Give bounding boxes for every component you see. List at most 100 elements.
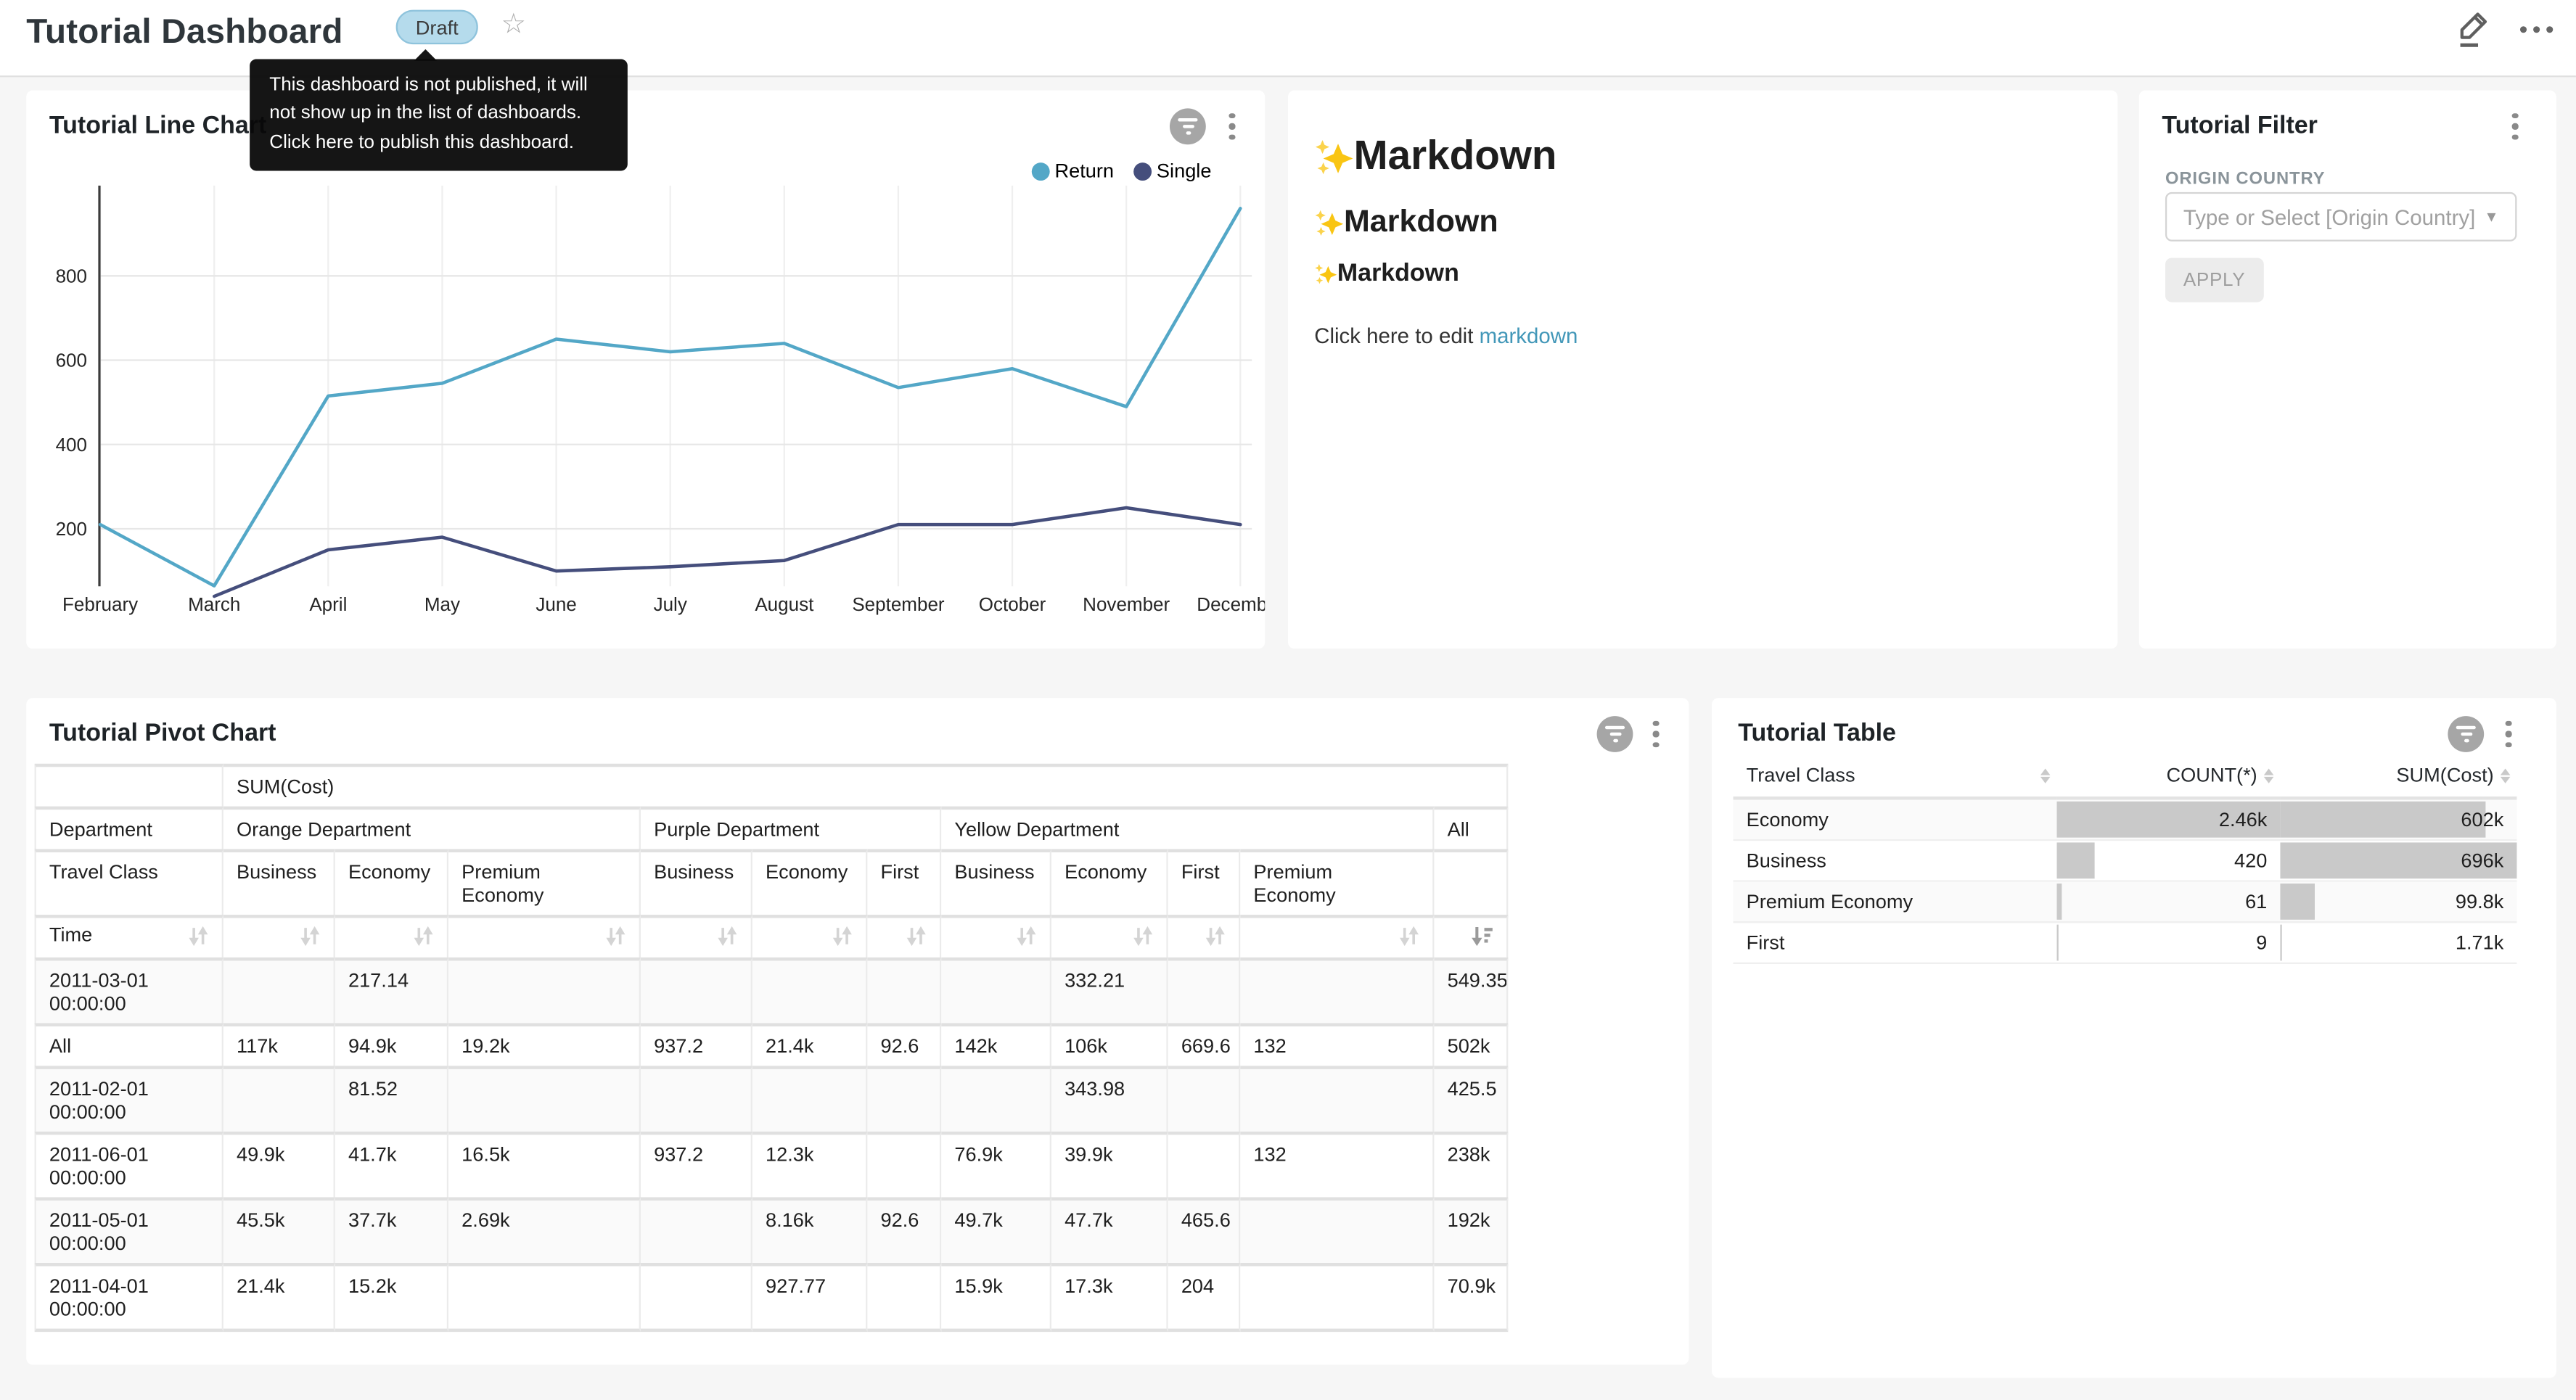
pivot-value-cell bbox=[641, 958, 752, 1024]
markdown-paragraph: Click here to edit markdown bbox=[1314, 324, 1578, 348]
sort-icon[interactable] bbox=[832, 925, 853, 952]
table-row: Business420696k bbox=[1734, 841, 2517, 882]
pivot-value-cell: 425.5 bbox=[1434, 1066, 1508, 1132]
pivot-class-cell: Premium Economy bbox=[1240, 849, 1434, 915]
pivot-value-cell bbox=[867, 1066, 941, 1132]
sort-icon[interactable] bbox=[1398, 925, 1419, 952]
pivot-value-cell bbox=[1240, 1263, 1434, 1332]
svg-text:600: 600 bbox=[56, 350, 87, 371]
pivot-measure-cell: SUM(Cost) bbox=[223, 764, 1509, 807]
pivot-value-cell: 45.5k bbox=[223, 1197, 335, 1263]
pivot-sort-cell[interactable] bbox=[1240, 915, 1434, 958]
pivot-sort-cell[interactable] bbox=[335, 915, 448, 958]
svg-text:400: 400 bbox=[56, 434, 87, 456]
edit-pencil-icon[interactable] bbox=[2451, 7, 2494, 52]
column-header-sum-cost[interactable]: SUM(Cost) bbox=[2280, 754, 2516, 799]
pivot-value-cell: 17.3k bbox=[1051, 1263, 1168, 1332]
pivot-row-label: 2011-04-01 00:00:00 bbox=[35, 1263, 223, 1332]
select-placeholder: Type or Select [Origin Country] bbox=[2183, 205, 2484, 229]
markdown-edit-link[interactable]: markdown bbox=[1480, 324, 1578, 348]
chevron-down-icon: ▼ bbox=[2484, 209, 2498, 226]
value-bar bbox=[2280, 802, 2485, 838]
pivot-value-cell: 204 bbox=[1168, 1263, 1241, 1332]
pivot-data-row: 2011-04-01 00:00:0021.4k15.2k927.7715.9k… bbox=[35, 1263, 1509, 1332]
pivot-class-cell: Economy bbox=[1051, 849, 1168, 915]
column-header-travel-class[interactable]: Travel Class bbox=[1734, 754, 2057, 799]
pivot-sort-cell[interactable] bbox=[448, 915, 641, 958]
pivot-value-cell bbox=[641, 1197, 752, 1263]
pivot-value-cell bbox=[1168, 958, 1241, 1024]
sort-icon[interactable] bbox=[299, 925, 320, 952]
pivot-value-cell bbox=[941, 1066, 1051, 1132]
pivot-group-cell: All bbox=[1434, 807, 1508, 849]
pivot-value-cell: 142k bbox=[941, 1023, 1051, 1066]
chart-options-icon[interactable] bbox=[1648, 716, 1665, 752]
sort-icon[interactable] bbox=[604, 925, 625, 952]
sum-cell: 696k bbox=[2280, 841, 2516, 882]
svg-text:February: February bbox=[62, 593, 138, 615]
pivot-time-cell: Time bbox=[35, 915, 223, 958]
filter-count-icon[interactable] bbox=[1597, 716, 1633, 752]
pivot-data-row: 2011-03-01 00:00:00217.14332.21549.35 bbox=[35, 958, 1509, 1024]
chart-options-icon[interactable] bbox=[2501, 716, 2517, 752]
sort-desc-icon[interactable] bbox=[1470, 925, 1493, 952]
travel-class-cell: Business bbox=[1734, 841, 2057, 882]
sort-icon[interactable] bbox=[716, 925, 737, 952]
pivot-sort-desc-cell[interactable] bbox=[1434, 915, 1508, 958]
pivot-sort-cell[interactable] bbox=[1168, 915, 1241, 958]
pivot-value-cell: 343.98 bbox=[1051, 1066, 1168, 1132]
pivot-sort-cell[interactable] bbox=[641, 915, 752, 958]
pivot-value-cell: 2.69k bbox=[448, 1197, 641, 1263]
pivot-value-cell: 937.2 bbox=[641, 1132, 752, 1198]
panel-title: Tutorial Filter bbox=[2162, 112, 2317, 139]
pivot-value-cell bbox=[867, 1263, 941, 1332]
publish-tooltip[interactable]: This dashboard is not published, it will… bbox=[250, 59, 628, 170]
pivot-value-cell bbox=[1240, 1197, 1434, 1263]
origin-country-select[interactable]: Type or Select [Origin Country] ▼ bbox=[2165, 192, 2516, 242]
apply-button[interactable]: APPLY bbox=[2165, 258, 2263, 302]
pivot-row-label: 2011-06-01 00:00:00 bbox=[35, 1132, 223, 1198]
pivot-class-cell: Economy bbox=[752, 849, 867, 915]
pivot-sort-cell[interactable] bbox=[752, 915, 867, 958]
pivot-sort-cell[interactable] bbox=[867, 915, 941, 958]
pivot-sort-cell[interactable] bbox=[223, 915, 335, 958]
pivot-sort-cell[interactable] bbox=[941, 915, 1051, 958]
value-bar bbox=[2057, 842, 2096, 878]
legend-item-single[interactable]: Single bbox=[1133, 160, 1211, 183]
legend-item-return[interactable]: Return bbox=[1032, 160, 1114, 183]
panel-title: Tutorial Pivot Chart bbox=[49, 720, 276, 747]
header-more-menu-icon[interactable] bbox=[2520, 10, 2553, 49]
sort-icon[interactable] bbox=[905, 925, 926, 952]
travel-class-cell: Economy bbox=[1734, 800, 2057, 841]
svg-text:200: 200 bbox=[56, 518, 87, 540]
column-header-count[interactable]: COUNT(*) bbox=[2057, 754, 2281, 799]
chart-legend: Return Single bbox=[1032, 160, 1212, 183]
sum-cell: 99.8k bbox=[2280, 882, 2516, 923]
pivot-class-row: Travel Class BusinessEconomyPremium Econ… bbox=[35, 849, 1509, 915]
pivot-sort-cell[interactable] bbox=[1051, 915, 1168, 958]
pivot-row-label: All bbox=[35, 1023, 223, 1066]
pivot-value-cell bbox=[1168, 1132, 1241, 1198]
pivot-table: SUM(Cost) Department Orange Department P… bbox=[35, 764, 1509, 1332]
favorite-star-icon[interactable]: ☆ bbox=[501, 8, 527, 41]
pivot-value-cell: 70.9k bbox=[1434, 1263, 1508, 1332]
value-bar bbox=[2280, 884, 2314, 920]
filter-options-icon[interactable] bbox=[2507, 108, 2524, 144]
sort-icon[interactable] bbox=[1205, 925, 1226, 952]
pivot-corner-cell bbox=[35, 764, 223, 807]
pivot-value-cell: 217.14 bbox=[335, 958, 448, 1024]
draft-badge[interactable]: Draft bbox=[396, 10, 478, 45]
sort-carets-icon bbox=[2040, 767, 2051, 782]
sort-icon[interactable] bbox=[1132, 925, 1153, 952]
svg-text:September: September bbox=[852, 593, 945, 615]
filter-count-icon[interactable] bbox=[2448, 716, 2484, 752]
sort-icon[interactable] bbox=[412, 925, 433, 952]
pivot-value-cell: 106k bbox=[1051, 1023, 1168, 1066]
sort-icon[interactable] bbox=[1015, 925, 1036, 952]
sort-carets-icon bbox=[2501, 767, 2511, 782]
markdown-h1: Markdown bbox=[1314, 133, 1556, 181]
pivot-value-cell: 76.9k bbox=[941, 1132, 1051, 1198]
pivot-value-cell: 15.2k bbox=[335, 1263, 448, 1332]
sparkles-icon bbox=[1314, 209, 1344, 239]
pivot-value-cell: 12.3k bbox=[752, 1132, 867, 1198]
